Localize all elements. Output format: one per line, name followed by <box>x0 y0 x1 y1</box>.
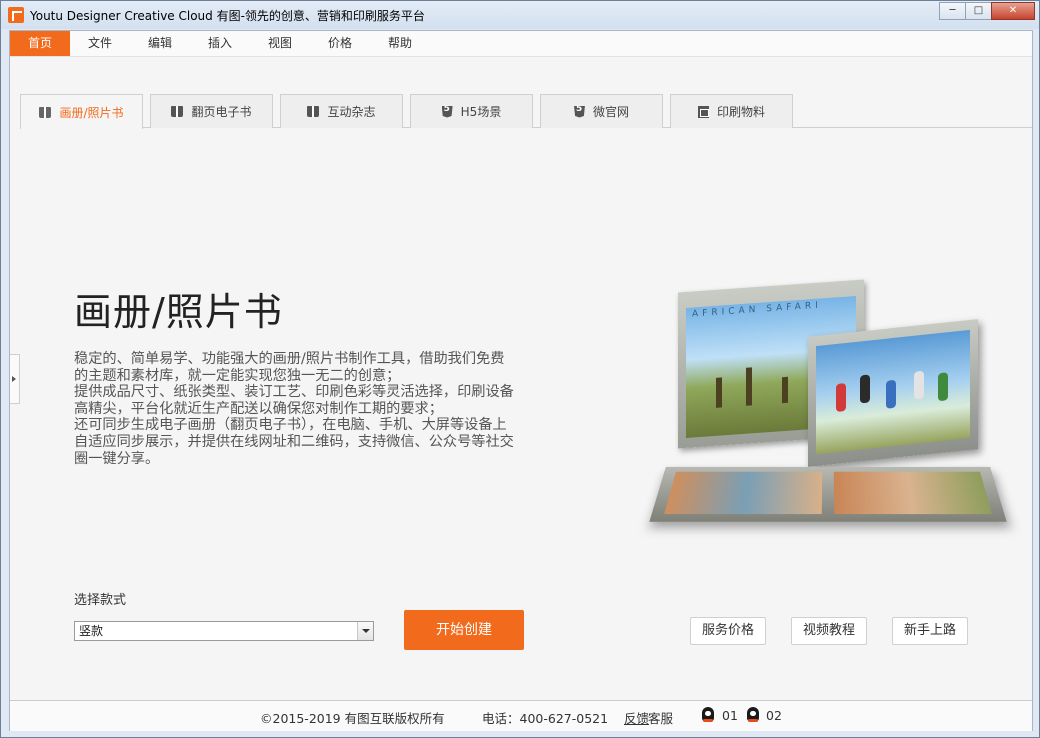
tab-print-materials[interactable]: 印刷物料 <box>670 94 793 128</box>
album-page-left <box>664 471 823 515</box>
tab-label: 印刷物料 <box>716 105 765 119</box>
description-line: 提供成品尺寸、纸张类型、装订工艺、印刷色彩等灵活选择，印刷设备 <box>74 384 514 401</box>
sidebar-expand-handle[interactable] <box>10 354 20 404</box>
support-label: 客服 <box>648 711 674 726</box>
app-window: Youtu Designer Creative Cloud 有图-领先的创意、营… <box>0 0 1040 738</box>
description-line: 稳定的、简单易学、功能强大的画册/照片书制作工具，借助我们免费 <box>74 351 505 367</box>
person-shape <box>914 370 924 400</box>
tab-label: 画册/照片书 <box>59 105 124 120</box>
qq-icon[interactable] <box>702 707 714 722</box>
qq-support-2[interactable]: 02 <box>766 708 782 723</box>
phone-text: 电话：400-627-0521 <box>482 711 609 726</box>
qq-icon[interactable] <box>747 707 759 722</box>
tab-label: H5场景 <box>460 105 502 119</box>
book-icon <box>39 106 52 118</box>
giraffe-shape <box>716 377 722 408</box>
close-button[interactable]: ✕ <box>991 2 1035 20</box>
tab-interactive-magazine[interactable]: 互动杂志 <box>280 94 403 128</box>
title-bar[interactable]: Youtu Designer Creative Cloud 有图-领先的创意、营… <box>1 1 1039 29</box>
description-line: 圈一键分享。 <box>74 450 160 467</box>
person-shape <box>860 374 870 404</box>
beginner-guide-button[interactable]: 新手上路 <box>892 617 968 645</box>
description: 稳定的、简单易学、功能强大的画册/照片书制作工具，借助我们免费 的主题和素材库，… <box>74 351 574 467</box>
style-select[interactable]: 竖款 <box>74 621 374 641</box>
window-controls: ─ □ ✕ <box>939 2 1035 20</box>
minimize-button[interactable]: ─ <box>939 2 966 20</box>
description-line: 自适应同步展示，并提供在线网址和二维码，支持微信、公众号等社交 <box>74 433 514 450</box>
description-line: 还可同步生成电子画册（翻页电子书），在电脑、手机、大屏等设备上 <box>74 417 507 434</box>
person-shape <box>836 382 846 412</box>
service-price-button[interactable]: 服务价格 <box>690 617 766 645</box>
footer: ©2015-2019 有图互联版权所有 电话：400-627-0521 反馈 客… <box>10 701 1032 731</box>
giraffe-shape <box>782 376 788 404</box>
window-title: Youtu Designer Creative Cloud 有图-领先的创意、营… <box>30 9 425 23</box>
person-shape <box>886 379 896 409</box>
page-title: 画册/照片书 <box>74 290 283 334</box>
html5-icon <box>573 105 585 118</box>
album-cover-text: AFRICAN SAFARI <box>692 300 822 320</box>
photo-album-illustration: AFRICAN SAFARI <box>640 276 1010 522</box>
feedback-link[interactable]: 反馈 <box>624 708 649 727</box>
tab-album[interactable]: 画册/照片书 <box>20 94 143 129</box>
tab-micro-site[interactable]: 微官网 <box>540 94 663 128</box>
menu-bar: 首页 文件 编辑 插入 视图 价格 帮助 <box>10 31 1032 57</box>
menu-file[interactable]: 文件 <box>76 31 124 56</box>
print-icon <box>697 105 709 118</box>
description-line: 的主题和素材库，就一定能实现您独一无二的创意； <box>74 367 401 384</box>
qq-support-1[interactable]: 01 <box>722 708 738 723</box>
album-front-book <box>808 319 978 467</box>
client-area: 首页 文件 编辑 插入 视图 价格 帮助 画册/照片书 翻页电子书 互动杂志 H… <box>9 30 1033 731</box>
giraffe-shape <box>746 367 752 406</box>
menu-edit[interactable]: 编辑 <box>136 31 184 56</box>
style-select-label: 选择款式 <box>74 593 127 608</box>
maximize-button[interactable]: □ <box>965 2 992 20</box>
tab-label: 互动杂志 <box>327 105 376 119</box>
menu-insert[interactable]: 插入 <box>196 31 244 56</box>
menu-home[interactable]: 首页 <box>10 31 70 56</box>
chevron-down-icon[interactable] <box>357 622 373 640</box>
jumping-people-image <box>816 329 970 455</box>
tab-label: 微官网 <box>592 105 629 119</box>
start-create-button[interactable]: 开始创建 <box>404 610 524 650</box>
person-shape <box>938 372 948 402</box>
menu-help[interactable]: 帮助 <box>376 31 424 56</box>
album-page-right <box>833 471 992 515</box>
description-line: 高精尖，平台化就近生产配送以确保您对制作工期的要求； <box>74 400 443 417</box>
tab-label: 翻页电子书 <box>191 105 252 119</box>
tab-h5-scene[interactable]: H5场景 <box>410 94 533 128</box>
book-icon <box>307 106 320 117</box>
menu-view[interactable]: 视图 <box>256 31 304 56</box>
album-open-book <box>649 466 1007 522</box>
tab-flipbook[interactable]: 翻页电子书 <box>150 94 273 128</box>
html5-icon <box>441 105 453 118</box>
book-icon <box>171 106 184 117</box>
copyright-text: ©2015-2019 有图互联版权所有 <box>260 711 445 726</box>
video-tutorial-button[interactable]: 视频教程 <box>791 617 867 645</box>
menu-price[interactable]: 价格 <box>316 31 364 56</box>
style-select-value: 竖款 <box>79 624 104 638</box>
app-logo-icon <box>8 7 24 23</box>
